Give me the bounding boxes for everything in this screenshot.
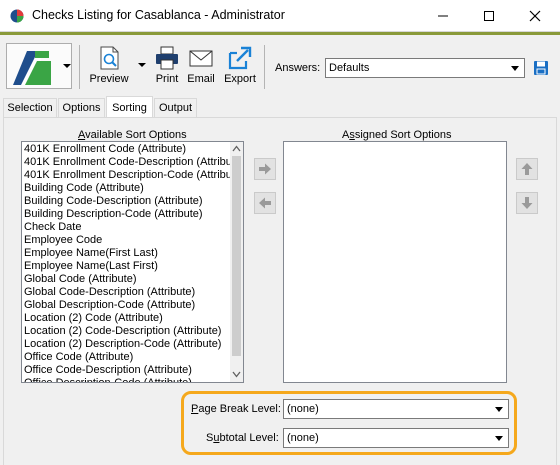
minimize-icon (438, 15, 448, 16)
page-break-level-value: (none) (287, 403, 319, 415)
export-label: Export (224, 73, 256, 85)
list-item[interactable]: Global Description-Code (Attribute) (24, 299, 195, 312)
list-item[interactable]: Office Code (Attribute) (24, 351, 133, 364)
preview-label: Preview (89, 73, 129, 85)
list-item[interactable]: Office Description-Code (Attribute) (24, 377, 192, 382)
list-item[interactable]: 401K Enrollment Code-Description (Attrib… (24, 156, 243, 169)
preview-button[interactable]: Preview (86, 43, 132, 91)
minimize-button[interactable] (420, 0, 466, 31)
list-item[interactable]: Global Code (Attribute) (24, 273, 137, 286)
chevron-down-icon (63, 64, 71, 68)
list-item[interactable]: Check Date (24, 221, 81, 234)
list-item[interactable]: 401K Enrollment Code (Attribute) (24, 143, 186, 156)
list-item[interactable]: Global Code-Description (Attribute) (24, 286, 195, 299)
answers-value: Defaults (329, 62, 370, 74)
print-label: Print (155, 73, 179, 85)
add-sort-button[interactable] (254, 158, 276, 180)
list-item[interactable]: Building Code-Description (Attribute) (24, 195, 203, 208)
print-button[interactable]: Print (150, 43, 184, 91)
list-item[interactable]: Employee Name(Last First) (24, 260, 158, 273)
list-item[interactable]: Location (2) Code (Attribute) (24, 312, 163, 325)
preview-icon (100, 46, 119, 70)
close-icon (529, 10, 541, 21)
printer-icon (156, 46, 178, 70)
window-title: Checks Listing for Casablanca - Administ… (32, 8, 285, 22)
subtotal-level-dropdown[interactable]: (none) (283, 428, 509, 448)
list-item[interactable]: Building Description-Code (Attribute) (24, 208, 203, 221)
maximize-icon (484, 10, 494, 21)
list-item[interactable]: Employee Name(First Last) (24, 247, 158, 260)
available-sort-options-list[interactable]: 401K Enrollment Code (Attribute) 401K Enr… (21, 141, 244, 383)
assigned-sort-options-header: Assigned Sort Options (342, 129, 452, 141)
assigned-sort-options-list[interactable] (283, 141, 507, 383)
remove-sort-button[interactable] (254, 192, 276, 214)
list-item[interactable]: 401K Enrollment Description-Code (Attrib… (24, 169, 243, 182)
list-item[interactable]: Location (2) Code-Description (Attribute… (24, 325, 221, 338)
tab-output[interactable]: Output (154, 98, 197, 117)
app-logo-icon (13, 51, 51, 85)
scrollbar-thumb[interactable] (232, 156, 241, 356)
chevron-down-icon (495, 407, 503, 412)
tab-strip: Selection Options Sorting Output (0, 96, 560, 118)
arrow-up-icon (521, 163, 533, 175)
maximize-button[interactable] (466, 0, 512, 31)
export-button[interactable]: Export (221, 43, 259, 91)
export-icon (228, 46, 252, 70)
available-sort-options-header: Available Sort Options (78, 129, 187, 141)
list-item[interactable]: Location (2) Description-Code (Attribute… (24, 338, 221, 351)
subtotal-level-label: Subtotal Level: (206, 432, 279, 444)
arrow-right-icon (259, 163, 271, 175)
tab-options[interactable]: Options (58, 98, 105, 117)
envelope-icon (189, 50, 213, 67)
preview-dropdown-icon[interactable] (137, 60, 147, 70)
scroll-up-icon[interactable] (232, 145, 241, 152)
answers-label: Answers: (275, 62, 321, 74)
toolbar-separator (79, 45, 80, 89)
page-break-level-label: Page Break Level: (191, 403, 281, 415)
email-label: Email (187, 73, 215, 85)
title-bar: Checks Listing for Casablanca - Administ… (0, 0, 560, 32)
move-down-button[interactable] (516, 192, 538, 214)
list-item[interactable]: Office Code-Description (Attribute) (24, 364, 192, 377)
list-item[interactable]: Building Code (Attribute) (24, 182, 144, 195)
toolbar: Preview Print Email Export Answers: Defa… (0, 32, 560, 94)
list-item[interactable]: Employee Code (24, 234, 102, 247)
answers-dropdown[interactable]: Defaults (325, 58, 525, 78)
subtotal-level-value: (none) (287, 432, 319, 444)
app-pie-icon (10, 9, 24, 23)
arrow-left-icon (259, 197, 271, 209)
page-break-level-dropdown[interactable]: (none) (283, 399, 509, 419)
vertical-scrollbar[interactable] (230, 142, 243, 382)
chevron-down-icon (495, 436, 503, 441)
tab-selection[interactable]: Selection (3, 98, 57, 117)
email-button[interactable]: Email (185, 43, 217, 91)
toolbar-separator (264, 45, 265, 89)
save-icon[interactable] (533, 60, 549, 76)
move-up-button[interactable] (516, 158, 538, 180)
app-logo-menu-button[interactable] (6, 43, 72, 89)
tab-sorting[interactable]: Sorting (106, 96, 153, 118)
chevron-down-icon (511, 66, 519, 71)
arrow-down-icon (521, 197, 533, 209)
close-button[interactable] (512, 0, 558, 31)
scroll-down-icon[interactable] (232, 371, 241, 378)
